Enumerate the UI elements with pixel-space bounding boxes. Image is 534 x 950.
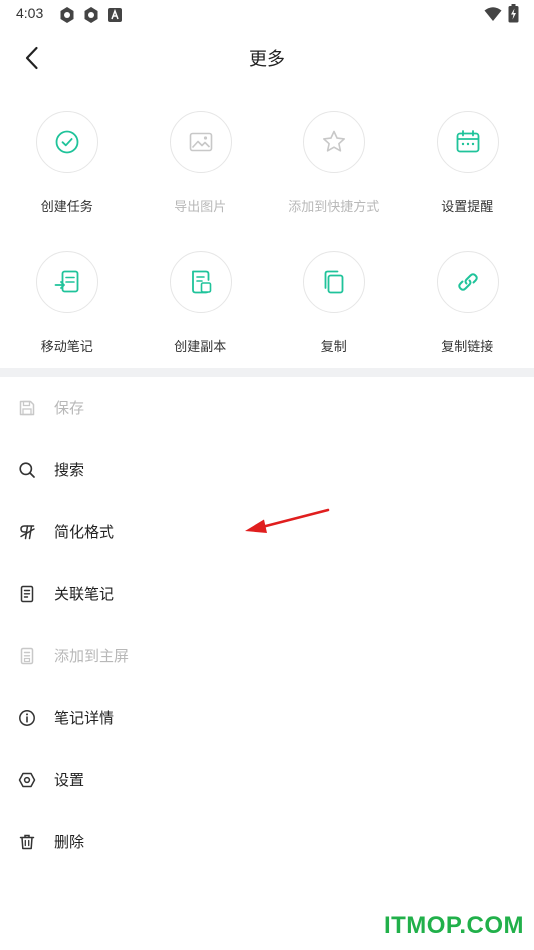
image-icon	[189, 132, 212, 152]
add-to-home-screen-label: 添加到主屏	[54, 647, 130, 665]
copy-icon	[324, 270, 344, 294]
link-icon	[457, 273, 478, 291]
set-reminder-label: 设置提醒	[441, 200, 494, 215]
move-note-button[interactable]: 移动笔记	[0, 248, 134, 368]
export-image-button[interactable]: 导出图片	[134, 108, 268, 228]
copy-button[interactable]: 复制	[267, 248, 401, 368]
calendar-icon	[456, 130, 479, 153]
note-details-menu-item[interactable]: 笔记详情	[0, 687, 534, 749]
move-note-label: 移动笔记	[40, 340, 93, 355]
check-circle-icon	[55, 130, 79, 154]
star-icon	[323, 130, 345, 152]
save-menu-item[interactable]: 保存	[0, 377, 534, 439]
document-icon	[20, 585, 34, 603]
add-to-home-screen-menu-item[interactable]: 添加到主屏	[0, 625, 534, 687]
info-icon	[19, 710, 35, 726]
copy-label: 复制	[320, 340, 347, 355]
simplify-format-menu-item[interactable]: 简化格式	[0, 501, 534, 563]
settings-menu-item[interactable]: 设置	[0, 749, 534, 811]
move-note-icon	[54, 270, 79, 293]
search-icon	[19, 462, 35, 478]
add-shortcut-button[interactable]: 添加到快捷方式	[267, 108, 401, 228]
settings-label: 设置	[54, 771, 85, 789]
section-divider	[0, 368, 534, 377]
wifi-icon	[484, 6, 502, 26]
export-image-label: 导出图片	[174, 200, 227, 215]
status-bar: 4:03	[0, 0, 534, 28]
set-reminder-button[interactable]: 设置提醒	[401, 108, 534, 228]
note-details-label: 笔记详情	[54, 709, 115, 727]
linked-notes-label: 关联笔记	[54, 585, 115, 603]
copy-link-button[interactable]: 复制链接	[401, 248, 534, 368]
search-menu-item[interactable]: 搜索	[0, 439, 534, 501]
copy-note-icon	[191, 270, 211, 294]
action-grid: 创建任务 导出图片 添加到快捷方式 设置提醒 移动笔记 创建副本 复制 复制链接	[0, 108, 534, 366]
paragraph-icon	[20, 525, 35, 540]
trash-icon	[19, 834, 35, 850]
search-label: 搜索	[54, 461, 85, 479]
status-time: 4:03	[16, 5, 44, 21]
watermark: ITMOP.COM	[383, 912, 524, 939]
page-title: 更多	[249, 49, 285, 70]
delete-label: 删除	[54, 833, 85, 851]
settings-icon	[18, 772, 36, 788]
create-task-label: 创建任务	[40, 200, 93, 215]
create-copy-label: 创建副本	[174, 340, 227, 355]
copy-link-label: 复制链接	[441, 340, 494, 355]
create-copy-button[interactable]: 创建副本	[134, 248, 268, 368]
battery-charging-icon	[508, 4, 519, 27]
app-header: 更多	[0, 28, 534, 88]
settings-sync-icon	[82, 6, 100, 28]
home-screen-icon	[20, 647, 34, 665]
save-label: 保存	[54, 399, 85, 417]
font-a-icon	[108, 7, 122, 26]
delete-menu-item[interactable]: 删除	[0, 811, 534, 873]
add-shortcut-label: 添加到快捷方式	[288, 200, 380, 215]
linked-notes-menu-item[interactable]: 关联笔记	[0, 563, 534, 625]
simplify-format-label: 简化格式	[54, 523, 115, 541]
create-task-button[interactable]: 创建任务	[0, 108, 134, 228]
save-icon	[19, 400, 35, 416]
settings-sync-icon	[58, 6, 76, 28]
